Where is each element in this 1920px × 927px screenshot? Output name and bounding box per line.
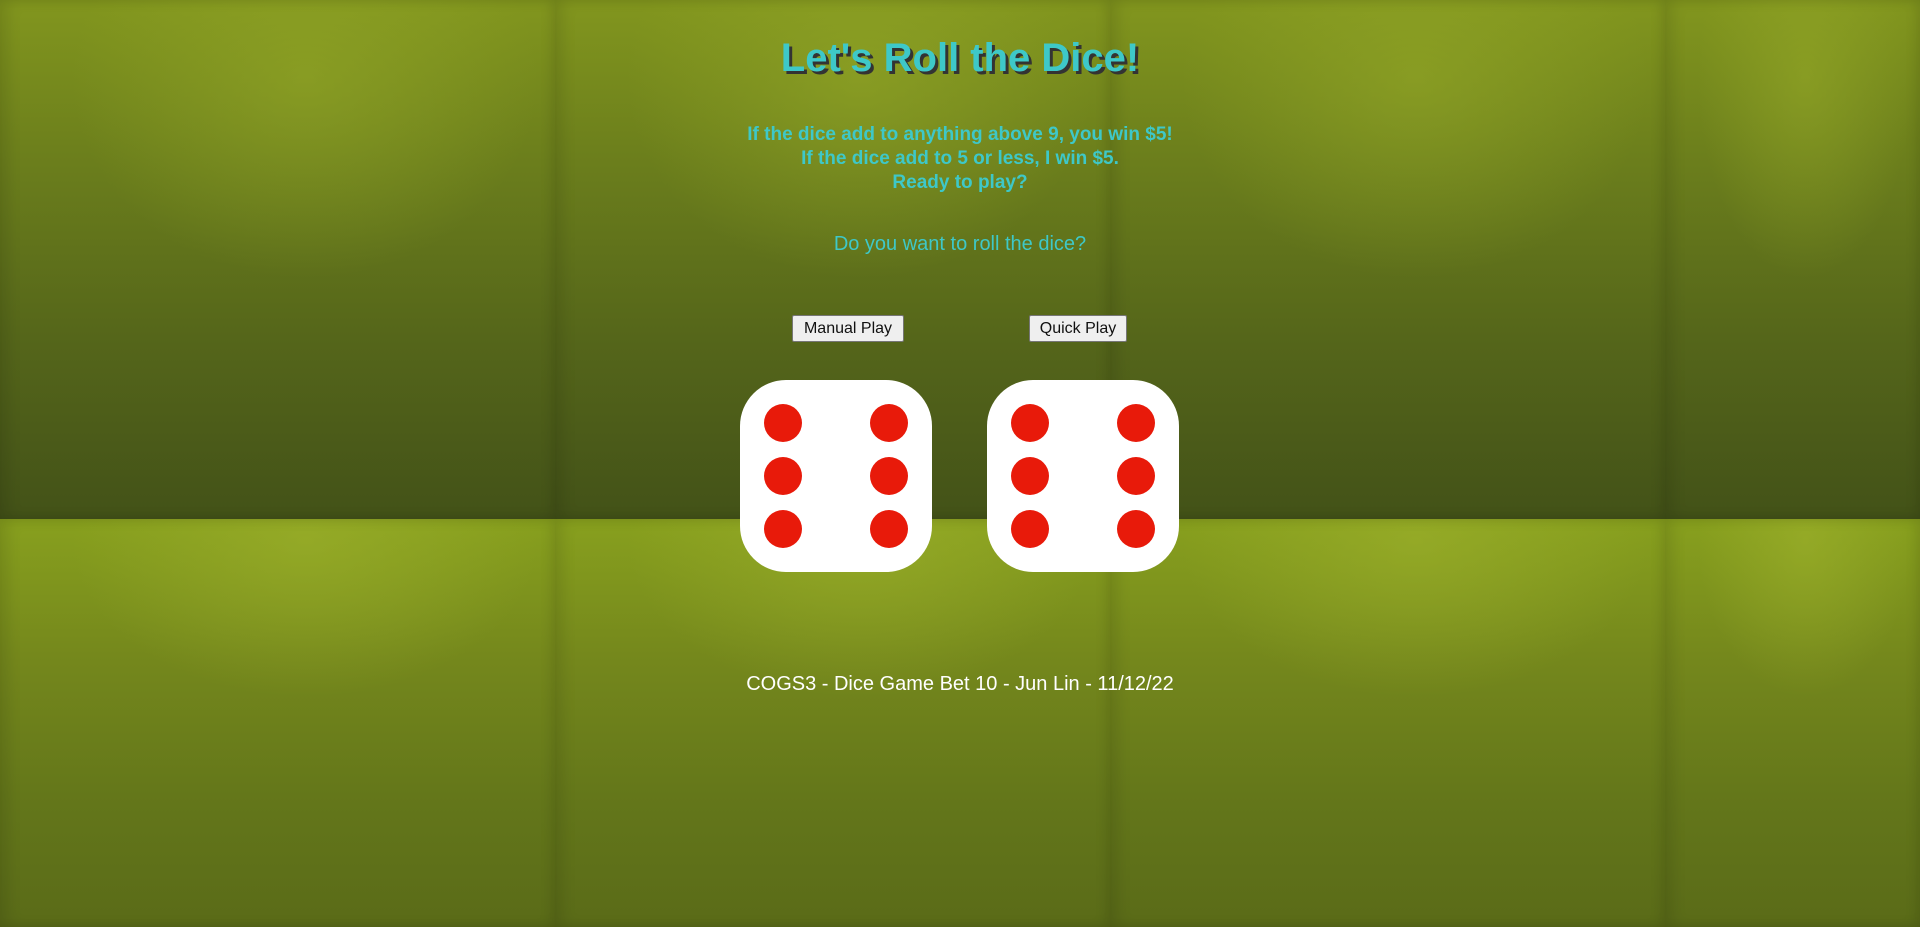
die-pip (1011, 457, 1049, 495)
rule-line: Ready to play? (892, 172, 1028, 193)
die-pip (1117, 457, 1155, 495)
footer-credit: COGS3 - Dice Game Bet 10 - Jun Lin - 11/… (746, 673, 1174, 695)
die-pip (870, 404, 908, 442)
manual-play-button[interactable]: Manual Play (792, 315, 904, 342)
die-pip (764, 457, 802, 495)
die-pip (1117, 510, 1155, 548)
die-pip (764, 510, 802, 548)
page-title: Let's Roll the Dice! (780, 36, 1140, 80)
die-pip (870, 510, 908, 548)
rule-line: If the dice add to anything above 9, you… (747, 124, 1173, 145)
game-container: Let's Roll the Dice! If the dice add to … (0, 0, 1920, 927)
die-right (987, 380, 1179, 572)
rule-line: If the dice add to 5 or less, I win $5. (801, 148, 1119, 169)
die-pip (1011, 404, 1049, 442)
rules-text: If the dice add to anything above 9, you… (0, 123, 1920, 195)
quick-play-button[interactable]: Quick Play (1029, 315, 1127, 342)
roll-question: Do you want to roll the dice? (833, 233, 1087, 255)
die-pip (870, 457, 908, 495)
die-pip (1117, 404, 1155, 442)
die-pip (764, 404, 802, 442)
die-left (740, 380, 932, 572)
die-pip (1011, 510, 1049, 548)
